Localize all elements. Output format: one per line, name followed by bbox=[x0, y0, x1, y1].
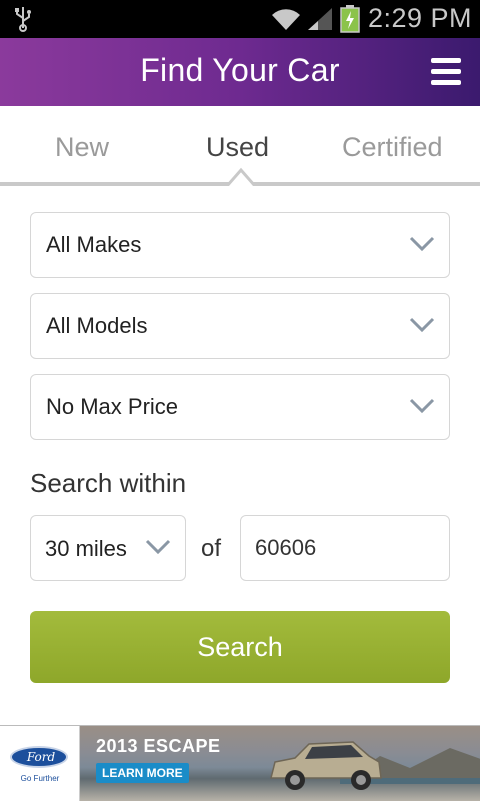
distance-dropdown[interactable]: 30 miles bbox=[30, 515, 186, 581]
clock: 2:29 PM bbox=[368, 3, 473, 33]
max-price-dropdown[interactable]: No Max Price bbox=[30, 374, 450, 440]
of-label: of bbox=[201, 535, 222, 562]
chevron-down-icon bbox=[409, 398, 435, 414]
distance-value: 30 miles bbox=[45, 536, 127, 561]
models-value: All Models bbox=[46, 313, 148, 338]
zip-code-input[interactable] bbox=[240, 515, 450, 581]
suv-car-image bbox=[270, 741, 382, 790]
max-price-value: No Max Price bbox=[46, 394, 179, 419]
tab-certified[interactable]: Certified bbox=[342, 132, 443, 163]
models-dropdown[interactable]: All Models bbox=[30, 293, 450, 359]
ford-logo-text: Ford bbox=[26, 750, 56, 764]
ad-brand-box: Ford Go Further bbox=[0, 726, 80, 801]
ad-banner[interactable]: Ford Go Further 2013 ESCAPE LEARN MORE bbox=[0, 725, 480, 801]
page-title: Find Your Car bbox=[140, 52, 340, 88]
chevron-down-icon bbox=[409, 317, 435, 333]
hamburger-menu-icon[interactable] bbox=[431, 58, 461, 86]
ford-logo: Ford bbox=[10, 746, 68, 768]
search-button[interactable]: Search bbox=[30, 611, 450, 683]
signal-icon bbox=[308, 8, 332, 30]
chevron-down-icon bbox=[145, 539, 171, 555]
status-bar: 2:29 PM bbox=[0, 0, 480, 38]
tab-new[interactable]: New bbox=[55, 132, 109, 163]
search-within-label: Search within bbox=[30, 468, 187, 498]
app-header: Find Your Car bbox=[0, 38, 480, 106]
ad-headline: 2013 ESCAPE bbox=[96, 736, 221, 756]
tab-used[interactable]: Used bbox=[206, 132, 269, 163]
ad-tagline: Go Further bbox=[20, 774, 60, 783]
makes-dropdown[interactable]: All Makes bbox=[30, 212, 450, 278]
chevron-down-icon bbox=[409, 236, 435, 252]
battery-charging-icon bbox=[340, 5, 360, 33]
ad-scene: 2013 ESCAPE LEARN MORE bbox=[80, 726, 480, 801]
learn-more-button[interactable]: LEARN MORE bbox=[96, 763, 189, 783]
usb-icon bbox=[15, 7, 31, 32]
active-tab-pointer bbox=[227, 167, 255, 186]
wifi-icon bbox=[272, 9, 300, 31]
makes-value: All Makes bbox=[46, 232, 142, 257]
